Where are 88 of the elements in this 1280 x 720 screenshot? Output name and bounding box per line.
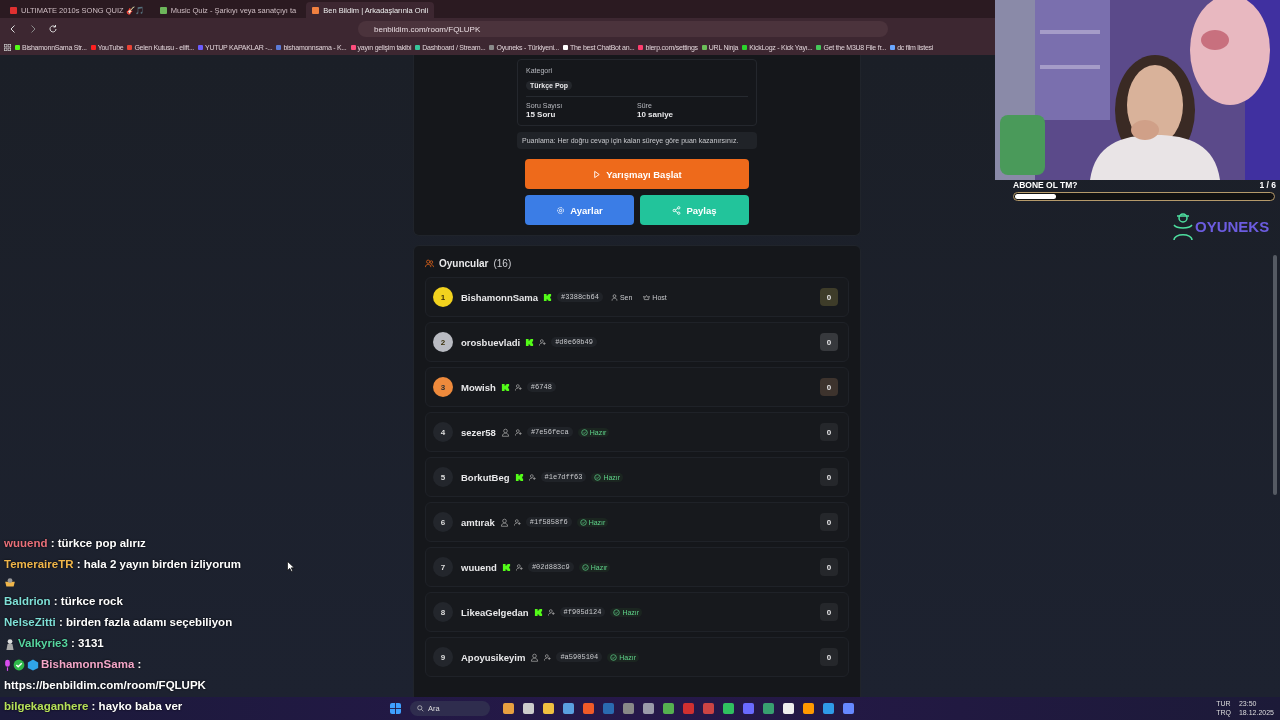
player-name: Apoyusikeyim — [461, 651, 526, 663]
kick-icon — [514, 472, 524, 482]
taskbar-app-icon[interactable] — [703, 703, 714, 714]
goal-count: 1 / 6 — [1259, 180, 1276, 190]
taskbar-app-icon[interactable] — [843, 703, 854, 714]
rank-badge: 2 — [433, 332, 453, 352]
logo-text: OYUNEKS — [1195, 217, 1270, 235]
chat-message: Baldrion : türkce rock — [4, 594, 124, 609]
player-name: amtırak — [461, 516, 495, 528]
score-badge: 0 — [820, 288, 838, 306]
taskbar-app-icon[interactable] — [743, 703, 754, 714]
taskbar-app-icon[interactable] — [543, 703, 554, 714]
microphone-icon — [4, 658, 11, 671]
figure-icon — [4, 637, 16, 650]
chat-message: wuuend : türkce pop alırız — [4, 536, 147, 551]
address-bar[interactable]: benbildim.com/room/FQLUPK — [358, 21, 888, 37]
taskbar-app-icon[interactable] — [663, 703, 674, 714]
taskbar-app-icon[interactable] — [783, 703, 794, 714]
rank-badge: 4 — [433, 422, 453, 442]
user-icon — [530, 652, 540, 662]
time-value: 10 saniye — [637, 110, 675, 119]
apps-icon[interactable] — [4, 44, 11, 51]
users-icon — [425, 259, 434, 268]
kick-icon — [543, 292, 553, 302]
taskbar-app-icon[interactable] — [583, 703, 594, 714]
chat-message: NelseZitti : birden fazla adamı seçebiliyon — [4, 615, 234, 630]
scrollbar[interactable] — [1273, 255, 1277, 495]
goal-title: ABONE OL TM? — [1013, 180, 1078, 190]
windows-icon[interactable] — [390, 703, 401, 714]
rank-badge: 9 — [433, 647, 453, 667]
rank-badge: 3 — [433, 377, 453, 397]
share-icon — [672, 205, 682, 215]
score-badge: 0 — [820, 333, 838, 351]
taskbar-app-icon[interactable] — [523, 703, 534, 714]
players-title: Oyuncular — [439, 258, 489, 269]
rank-badge: 1 — [433, 287, 453, 307]
score-badge: 0 — [820, 423, 838, 441]
player-name: BorkutBeg — [461, 471, 510, 483]
kick-icon — [500, 382, 510, 392]
emote-icon — [4, 577, 16, 589]
player-name: sezer58 — [461, 426, 496, 438]
rank-badge: 8 — [433, 602, 453, 622]
taskbar-app-icon[interactable] — [683, 703, 694, 714]
check-icon — [13, 658, 25, 671]
chat-message: TemeraireTR : hala 2 yayın birden izliyorum — [4, 557, 242, 572]
user-icon — [499, 517, 509, 527]
forward-icon[interactable] — [28, 24, 38, 34]
score-badge: 0 — [820, 468, 838, 486]
taskbar-app-icon[interactable] — [603, 703, 614, 714]
player-name: LikeaGelgedan — [461, 606, 529, 618]
settings-icon — [556, 205, 566, 215]
chat-message: bilgekaganhere : hayko baba ver — [4, 699, 184, 714]
taskbar-app-icon[interactable] — [823, 703, 834, 714]
score-badge: 0 — [820, 558, 838, 576]
player-name: orosbuevladi — [461, 336, 521, 348]
reload-icon[interactable] — [48, 24, 58, 34]
player-name: wuuend — [461, 561, 497, 573]
player-name: BishamonnSama — [461, 291, 539, 303]
kick-icon — [525, 337, 535, 347]
taskbar-app-icon[interactable] — [643, 703, 654, 714]
score-badge: 0 — [820, 603, 838, 621]
rank-badge: 7 — [433, 557, 453, 577]
taskbar-app-icon[interactable] — [723, 703, 734, 714]
score-badge: 0 — [820, 378, 838, 396]
kick-icon — [501, 562, 511, 572]
taskbar-app-icon[interactable] — [563, 703, 574, 714]
rank-badge: 6 — [433, 512, 453, 532]
play-icon — [592, 169, 602, 179]
user-icon — [500, 427, 510, 437]
taskbar-app-icon[interactable] — [503, 703, 514, 714]
search-icon — [417, 705, 424, 712]
player-name: Mowish — [461, 381, 496, 393]
rank-badge: 5 — [433, 467, 453, 487]
kick-icon — [533, 607, 543, 617]
taskbar-app-icon[interactable] — [763, 703, 774, 714]
taskbar-app-icon[interactable] — [623, 703, 634, 714]
cube-icon — [27, 658, 39, 671]
score-badge: 0 — [820, 648, 838, 666]
chat-message: BishamonnSama : https://benbildim.com/room/FQLUPK — [4, 657, 207, 693]
players-count: (16) — [493, 258, 512, 269]
figure-logo-icon — [1172, 211, 1194, 241]
back-icon[interactable] — [8, 24, 18, 34]
score-badge: 0 — [820, 513, 838, 531]
questions-value: 15 Soru — [526, 110, 557, 119]
cursor-icon — [287, 561, 295, 572]
chat-message: Valkyrie3 : 3131 — [4, 633, 254, 654]
taskbar-app-icon[interactable] — [803, 703, 814, 714]
settings-button[interactable]: Ayarlar — [525, 195, 634, 225]
